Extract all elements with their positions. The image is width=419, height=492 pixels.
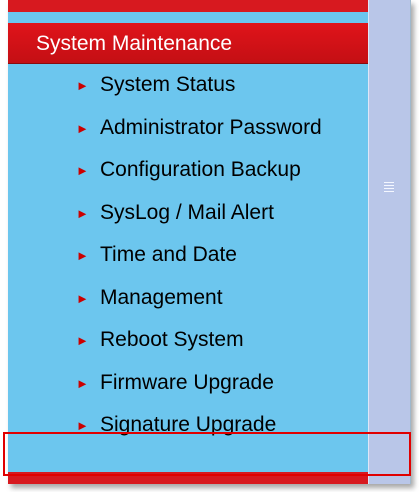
- panel-resize-strip[interactable]: [368, 0, 410, 484]
- menu-item-system-status[interactable]: ► System Status: [8, 64, 368, 107]
- menu-item-label: SysLog / Mail Alert: [100, 200, 274, 224]
- triangle-right-icon: ►: [76, 248, 89, 263]
- previous-section-header-fragment: [8, 0, 368, 12]
- submenu-list: ► System Status ► Administrator Password ►…: [8, 64, 368, 447]
- triangle-right-icon: ►: [76, 205, 89, 221]
- triangle-right-icon: ►: [76, 375, 89, 391]
- menu-item-signature-upgrade[interactable]: ► Signature Upgrade: [8, 404, 368, 447]
- menu-item-label: Management: [100, 285, 223, 309]
- menu-item-label: Configuration Backup: [100, 158, 301, 181]
- menu-item-management[interactable]: ► Management: [8, 277, 368, 320]
- triangle-right-icon: ►: [76, 418, 89, 433]
- menu-item-time-and-date[interactable]: ► Time and Date: [8, 234, 368, 277]
- menu-item-label: System Status: [100, 73, 236, 96]
- triangle-right-icon: ►: [76, 163, 89, 178]
- section-header-system-maintenance[interactable]: System Maintenance: [8, 23, 368, 64]
- menu-item-administrator-password[interactable]: ► Administrator Password: [8, 107, 368, 150]
- navigation-panel: System Maintenance ► System Status ► Admin…: [8, 0, 411, 484]
- grip-icon[interactable]: [384, 182, 394, 194]
- triangle-right-icon: ►: [76, 78, 89, 93]
- triangle-right-icon: ►: [76, 290, 89, 306]
- menu-item-firmware-upgrade[interactable]: ► Firmware Upgrade: [8, 362, 368, 405]
- menu-item-label: Time and Date: [100, 243, 237, 266]
- menu-item-label: Administrator Password: [100, 115, 322, 139]
- menu-item-reboot-system[interactable]: ► Reboot System: [8, 319, 368, 362]
- next-section-header-fragment: [8, 472, 368, 484]
- menu-item-label: Reboot System: [100, 328, 244, 351]
- menu-item-label: Firmware Upgrade: [100, 370, 274, 394]
- menu-item-label: Signature Upgrade: [100, 413, 277, 436]
- menu-item-configuration-backup[interactable]: ► Configuration Backup: [8, 149, 368, 192]
- triangle-right-icon: ►: [76, 120, 89, 136]
- triangle-right-icon: ►: [76, 333, 89, 348]
- menu-item-syslog-mail-alert[interactable]: ► SysLog / Mail Alert: [8, 192, 368, 235]
